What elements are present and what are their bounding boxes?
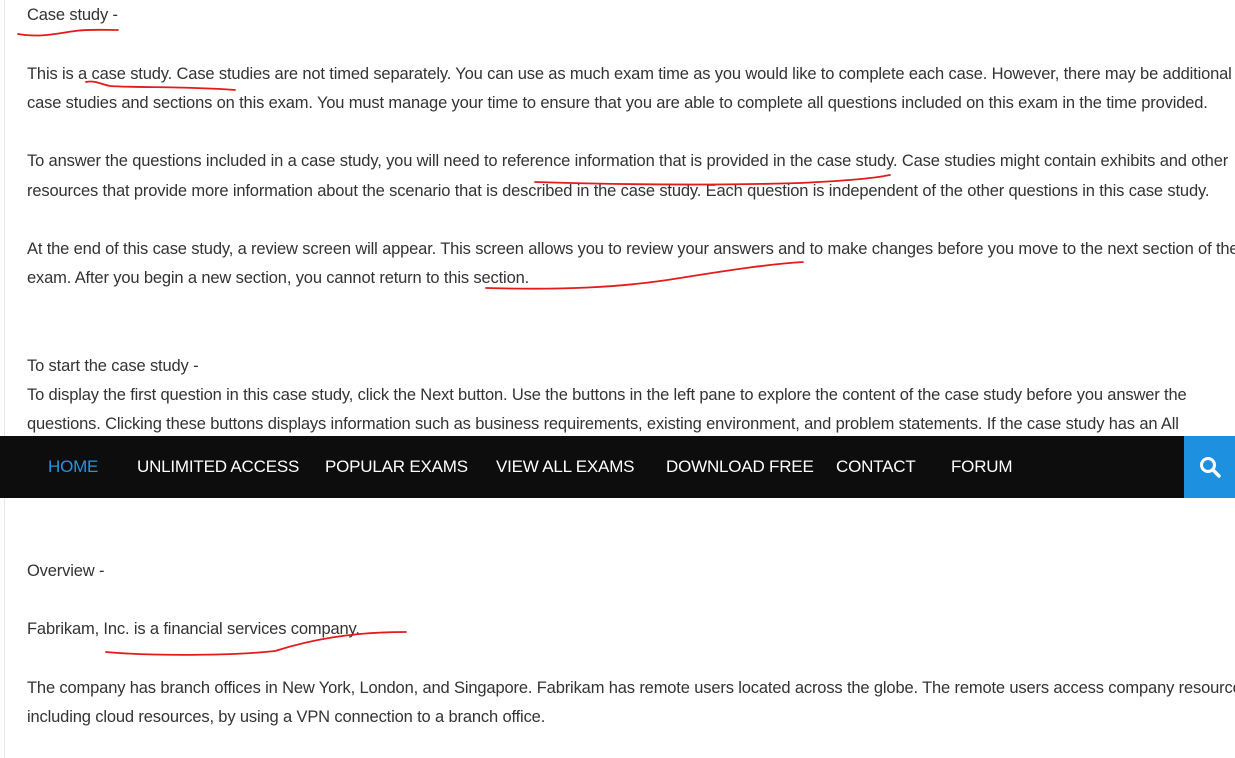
- underline-case-study-heading: [17, 28, 119, 37]
- overview-heading: Overview -: [27, 562, 105, 580]
- nav-unlimited-access[interactable]: UNLIMITED ACCESS: [137, 436, 299, 498]
- intro-paragraph-line-2: case studies and sections on this exam. …: [27, 94, 1208, 112]
- nav-contact[interactable]: CONTACT: [836, 436, 916, 498]
- review-paragraph-line-2: exam. After you begin a new section, you…: [27, 269, 530, 287]
- reference-paragraph-line-2: resources that provide more information …: [27, 182, 1210, 200]
- nav-view-all-exams[interactable]: VIEW ALL EXAMS: [496, 436, 634, 498]
- underline-review-section: [485, 261, 804, 290]
- overview-paragraph-line-2: including cloud resources, by using a VP…: [27, 708, 546, 726]
- reference-paragraph-line-1: To answer the questions included in a ca…: [27, 152, 1229, 170]
- start-heading: To start the case study -: [27, 357, 199, 375]
- review-paragraph-line-1: At the end of this case study, a review …: [27, 240, 1235, 258]
- case-study-heading: Case study -: [27, 6, 118, 24]
- company-description: Fabrikam, Inc. is a financial services c…: [27, 620, 360, 638]
- intro-paragraph-line-1: This is a case study. Case studies are n…: [27, 65, 1232, 83]
- search-icon: [1199, 457, 1221, 478]
- start-paragraph-line-1: To display the first question in this ca…: [27, 386, 1187, 404]
- search-button[interactable]: [1184, 436, 1235, 498]
- nav-popular-exams[interactable]: POPULAR EXAMS: [325, 436, 468, 498]
- overview-paragraph-line-1: The company has branch offices in New Yo…: [27, 679, 1235, 697]
- main-navbar: HOME UNLIMITED ACCESS POPULAR EXAMS VIEW…: [0, 436, 1235, 498]
- nav-forum[interactable]: FORUM: [951, 436, 1013, 498]
- start-paragraph-line-2: questions. Clicking these buttons displa…: [27, 415, 1179, 433]
- nav-download-free[interactable]: DOWNLOAD FREE: [666, 436, 814, 498]
- left-border: [4, 0, 5, 758]
- nav-home[interactable]: HOME: [48, 436, 98, 498]
